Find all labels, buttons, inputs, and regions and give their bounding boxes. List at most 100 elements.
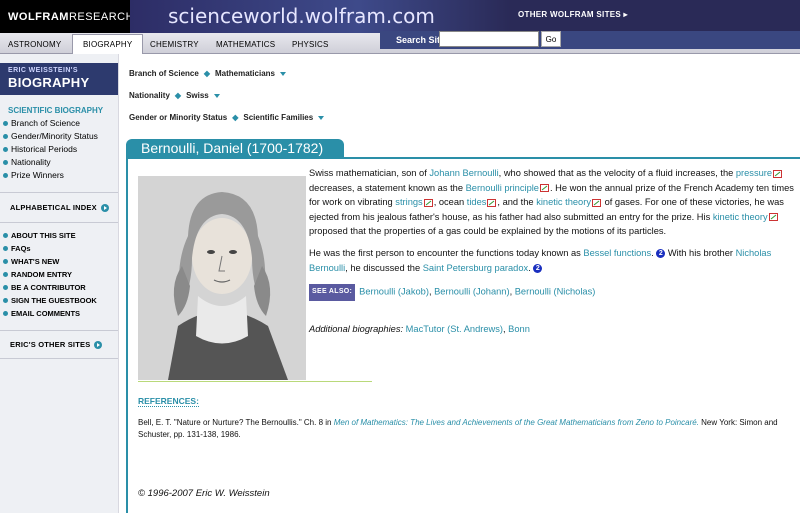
math-site-badge-icon[interactable]: 2 [533,263,543,273]
article-paragraph-1: Swiss mathematician, son of Johann Berno… [309,168,794,236]
brand-bold: WOLFRAM [8,10,69,23]
sidebar-item-branch-of-science[interactable]: Branch of Science [3,118,80,128]
wolfram-research-logo[interactable]: WOLFRAM RESEARCH [0,0,134,33]
link-pressure[interactable]: pressure [736,168,772,178]
sidebar-divider [0,192,118,193]
math-site-badge-icon[interactable]: 2 [656,249,666,259]
reference-entry: Bell, E. T. "Nature or Nurture? The Bern… [138,418,778,439]
erics-other-sites-link[interactable]: ERIC'S OTHER SITES [10,340,103,349]
external-link-icon[interactable] [487,198,497,207]
scientific-biography-heading: SCIENTIFIC BIOGRAPHY [8,106,104,115]
sidebar-link-email[interactable]: EMAIL COMMENTS [3,309,80,318]
sidebar-item-gender-minority[interactable]: Gender/Minority Status [3,131,98,141]
tab-mathematics[interactable]: MATHEMATICS [216,40,275,49]
additional-biographies-label: Additional biographies: [309,324,404,334]
sidebar-item-nationality[interactable]: Nationality [3,157,51,167]
link-bonn[interactable]: Bonn [508,324,530,334]
bullet-icon [3,172,8,178]
page-title: Bernoulli, Daniel (1700-1782) [126,139,344,158]
breadcrumb-gender: Gender or Minority Status ◆ Scientific Fam… [129,113,325,122]
dropdown-triangle-icon[interactable] [213,93,220,98]
bullet-icon [3,259,8,264]
references-heading: REFERENCES: [138,396,199,407]
site-title-banner[interactable]: scienceworld.wolfram.com [130,0,510,33]
sidebar-link-guestbook[interactable]: SIGN THE GUESTBOOK [3,296,97,305]
logo-line2: BIOGRAPHY [8,75,90,90]
link-mactutor[interactable]: MacTutor (St. Andrews) [406,324,503,334]
biography-logo[interactable]: ERIC WEISSTEIN'S BIOGRAPHY [0,63,118,95]
bullet-icon [3,120,8,126]
tab-biography[interactable]: BIOGRAPHY [72,34,144,54]
link-kinetic-theory[interactable]: kinetic theory [536,197,591,207]
bullet-icon [3,298,8,303]
sidebar-link-faqs[interactable]: FAQs [3,244,31,253]
other-wolfram-sites-link[interactable]: OTHER WOLFRAM SITES ▸ [518,10,628,19]
link-bernoulli-johann[interactable]: Bernoulli (Johann) [434,287,509,297]
breadcrumb-branch-link[interactable]: Branch of Science [129,69,199,78]
separator-icon: ◆ [232,113,239,122]
dropdown-triangle-icon[interactable] [280,71,286,76]
article-paragraph-2: He was the first person to encounter the… [309,248,772,273]
breadcrumb-branch: Branch of Science ◆ Mathematicians [129,69,286,78]
sidebar-link-whats-new[interactable]: WHAT'S NEW [3,257,59,266]
external-link-icon[interactable] [773,169,783,178]
link-bessel-functions[interactable]: Bessel functions [583,248,651,258]
bullet-icon [3,133,8,139]
link-bernoulli-jakob[interactable]: Bernoulli (Jakob) [359,287,429,297]
sidebar-link-contributor[interactable]: BE A CONTRIBUTOR [3,283,86,292]
external-link-icon[interactable] [423,198,433,207]
link-bernoulli-nicholas[interactable]: Bernoulli (Nicholas) [515,287,596,297]
breadcrumb-gender-link[interactable]: Gender or Minority Status [129,113,227,122]
bullet-icon [3,146,8,152]
bullet-icon [3,233,8,238]
link-strings[interactable]: strings [395,197,422,207]
sidebar-divider [0,358,118,359]
sidebar-divider [0,222,118,223]
breadcrumb-nationality: Nationality ◆ Swiss [129,91,220,100]
see-also-row: SEE ALSO: Bernoulli (Jakob), Bernoulli (J… [309,284,797,301]
separator-icon: ◆ [203,69,210,78]
arrow-right-icon [100,203,109,212]
link-men-of-mathematics[interactable]: Men of Mathematics: The Lives and Achiev… [334,418,699,427]
breadcrumb-mathematicians-link[interactable]: Mathematicians [215,69,275,78]
search-label: Search Site [396,35,446,45]
link-bernoulli-principle[interactable]: Bernoulli principle [466,183,539,193]
breadcrumb-swiss-link[interactable]: Swiss [186,91,209,100]
additional-biographies-row: Additional biographies: MacTutor (St. An… [309,324,530,334]
brand-rest: RESEARCH [68,10,135,23]
see-also-label: SEE ALSO: [309,284,356,301]
breadcrumb-nationality-link[interactable]: Nationality [129,91,170,100]
sidebar-item-historical-periods[interactable]: Historical Periods [3,144,77,154]
link-kinetic-theory-2[interactable]: kinetic theory [713,212,768,222]
sidebar-link-random-entry[interactable]: RANDOM ENTRY [3,270,72,279]
external-link-icon[interactable] [768,213,778,222]
arrow-right-icon [94,340,103,349]
portrait-image [138,176,306,380]
external-link-icon[interactable] [539,184,549,193]
copyright-notice: © 1996-2007 Eric W. Weisstein [138,488,270,499]
sidebar-link-about[interactable]: ABOUT THIS SITE [3,231,76,240]
alphabetical-index-link[interactable]: ALPHABETICAL INDEX [10,203,109,212]
portrait-underline [138,381,372,382]
dropdown-triangle-icon[interactable] [318,115,325,120]
link-tides[interactable]: tides [467,197,487,207]
tab-chemistry[interactable]: CHEMISTRY [150,40,199,49]
site-title: scienceworld.wolfram.com [168,4,435,28]
search-input[interactable] [439,31,539,47]
bullet-icon [3,246,8,251]
separator-icon: ◆ [174,91,182,100]
tab-astronomy[interactable]: ASTRONOMY [8,40,61,49]
tab-physics[interactable]: PHYSICS [292,40,329,49]
portrait-drawing [138,176,306,380]
sidebar-item-prize-winners[interactable]: Prize Winners [3,170,64,180]
logo-line1: ERIC WEISSTEIN'S [8,67,78,74]
external-link-icon[interactable] [591,198,601,207]
bullet-icon [3,311,8,316]
sidebar-divider [0,330,118,331]
breadcrumb-families-link[interactable]: Scientific Families [243,113,313,122]
link-johann-bernoulli[interactable]: Johann Bernoulli [429,168,498,178]
bullet-icon [3,272,8,277]
link-saint-petersburg-paradox[interactable]: Saint Petersburg paradox [423,263,528,273]
bullet-icon [3,285,8,290]
search-go-button[interactable]: Go [541,31,561,47]
